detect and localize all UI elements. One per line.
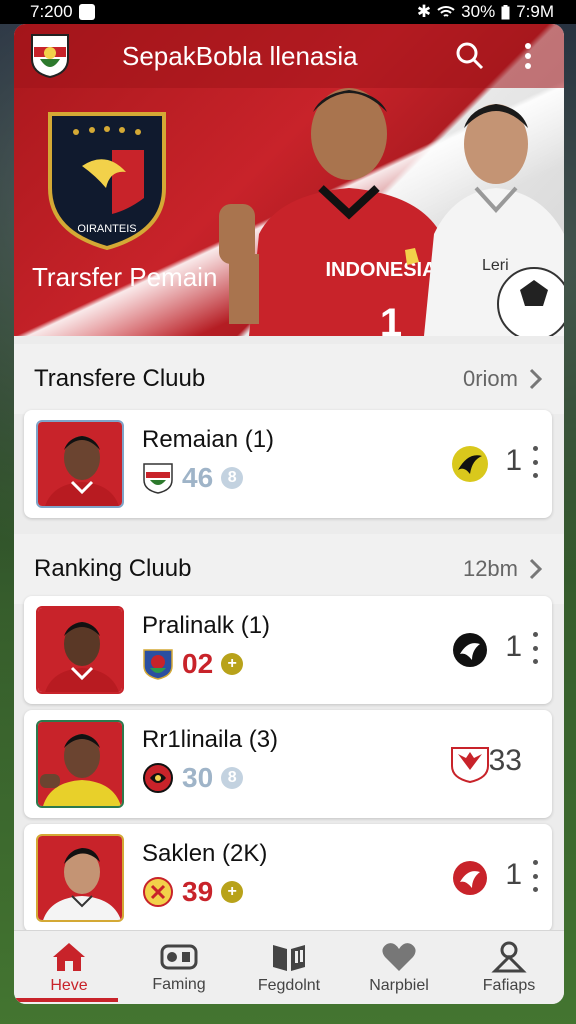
status-bar: 7:200 ✱ 30% 7:9M: [0, 0, 576, 24]
search-button[interactable]: [450, 36, 490, 76]
list-item[interactable]: Rr1linaila (3) 30 8 33: [24, 710, 552, 818]
book-icon: [273, 944, 305, 971]
chevron-right-icon: [529, 558, 542, 580]
nav-label: Heve: [50, 976, 88, 994]
club-logo-icon: [453, 861, 487, 895]
list-item[interactable]: Remaian (1) 46 8 1: [24, 410, 552, 518]
club-badge-icon: [143, 463, 173, 494]
ranking-section-title: Ranking Cluub: [34, 555, 192, 582]
person-icon: [491, 941, 527, 972]
score-badge: +: [221, 881, 244, 903]
nav-item-narpbiel[interactable]: Narpbiel: [344, 931, 454, 1004]
second-jersey-text: Leri: [482, 257, 509, 274]
federation-crest: OIRANTEIS: [48, 112, 166, 250]
player-score: 39: [182, 876, 214, 907]
nav-label: Narpbiel: [369, 976, 429, 994]
transfer-section-header[interactable]: Transfere Cluub 0riom: [14, 344, 564, 414]
ranking-section-header[interactable]: Ranking Cluub 12bm: [14, 534, 564, 604]
player-image-main: INDONESIA 1: [219, 88, 449, 336]
player-rank: 1: [505, 444, 522, 477]
avatar: [36, 834, 124, 922]
player-score: 30: [182, 762, 214, 793]
home-icon: [53, 942, 85, 971]
player-name: Rr1linaila (3): [142, 726, 279, 753]
player-rank: 1: [505, 630, 522, 663]
wifi-icon: [437, 6, 455, 17]
score-badge: 8: [221, 767, 244, 789]
bluetooth-icon: ✱: [416, 2, 432, 21]
more-options-icon[interactable]: [532, 860, 538, 892]
club-logo-icon: [452, 446, 488, 482]
club-badge-icon: [143, 649, 173, 680]
list-item[interactable]: Saklen (2K) 39 + 1: [24, 824, 552, 932]
nav-item-fegdolnt[interactable]: Fegdolnt: [234, 931, 344, 1004]
search-icon: [456, 42, 484, 70]
avatar: [36, 606, 124, 694]
crest-text: OIRANTEIS: [77, 223, 136, 235]
active-tab-indicator: [16, 998, 118, 1002]
jersey-text: INDONESIA: [325, 259, 436, 281]
nav-item-fafiaps[interactable]: Fafiaps: [454, 931, 564, 1004]
player-score: 46: [182, 462, 214, 493]
chevron-right-icon: [529, 368, 542, 390]
app-header: SepakBobla llenasia: [14, 24, 564, 88]
transfer-section-title: Transfere Cluub: [34, 365, 206, 392]
nav-item-faming[interactable]: Faming: [124, 931, 234, 1004]
transfer-section-meta: 0riom: [462, 366, 518, 391]
ranking-section-meta: 12bm: [462, 556, 518, 581]
battery-icon: [501, 4, 510, 19]
nav-label: Faming: [152, 975, 206, 993]
player-score: 02: [182, 648, 214, 679]
list-item[interactable]: Pralinalk (1) 02 + 1: [24, 596, 552, 704]
club-badge-icon: [143, 763, 173, 793]
more-menu-button[interactable]: [508, 36, 548, 76]
player-name: Saklen (2K): [142, 840, 268, 867]
app-title: SepakBobla llenasia: [122, 40, 358, 71]
player-rank: 33: [488, 744, 522, 777]
app-window: INDONESIA 1 Leri SepakBobla llenasia OIR…: [14, 24, 564, 1004]
jersey-number: 1: [380, 301, 402, 336]
player-image-second: Leri: [424, 104, 564, 336]
player-name: Pralinalk (1): [142, 612, 271, 639]
heart-icon: [382, 942, 416, 971]
app-logo-icon[interactable]: [30, 33, 70, 79]
avatar: [36, 720, 124, 808]
status-time-right: 7:9M: [516, 2, 554, 21]
player-rank: 1: [505, 858, 522, 891]
score-badge: 8: [221, 467, 244, 489]
more-vertical-icon: [525, 43, 531, 69]
notification-icon: [78, 4, 95, 20]
hero-banner[interactable]: INDONESIA 1 Leri SepakBobla llenasia OIR…: [14, 24, 564, 336]
club-logo-icon: [453, 633, 487, 667]
nav-item-home[interactable]: Heve: [14, 931, 124, 1004]
gamepad-icon: [160, 944, 198, 969]
player-name: Remaian (1): [142, 426, 275, 453]
more-options-icon[interactable]: [532, 632, 538, 664]
battery-percent: 30%: [461, 2, 496, 21]
avatar: [36, 420, 124, 508]
score-badge: +: [221, 653, 244, 675]
more-options-icon[interactable]: [532, 446, 538, 478]
bottom-navigation: Heve Faming Fegdolnt Narpbiel Fafiaps: [14, 930, 564, 1004]
nav-label: Fafiaps: [482, 976, 536, 994]
nav-label: Fegdolnt: [257, 976, 321, 994]
hero-caption: Trarsfer Pemain: [32, 262, 218, 292]
club-badge-icon: [143, 877, 173, 907]
club-logo-icon: [451, 747, 489, 784]
status-time-left: 7:200: [30, 2, 73, 21]
